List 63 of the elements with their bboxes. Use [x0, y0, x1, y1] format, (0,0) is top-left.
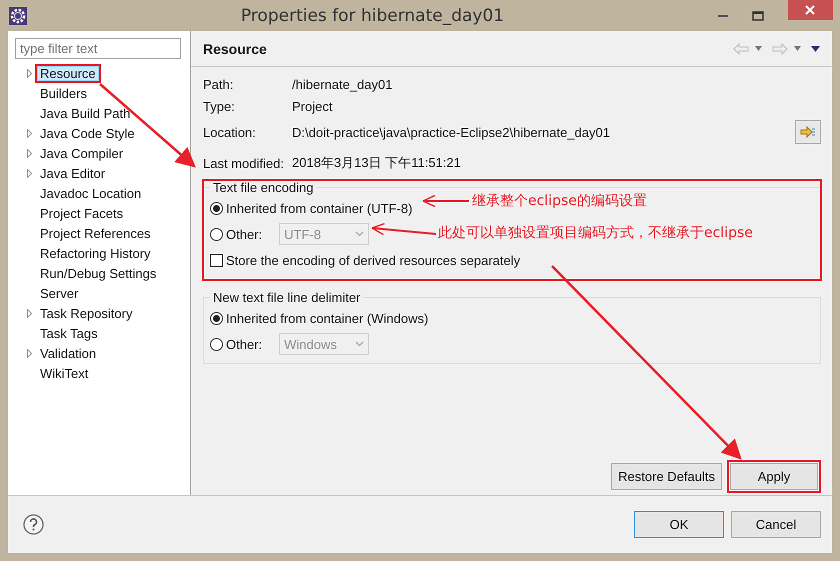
maximize-icon[interactable] — [752, 10, 764, 20]
action-button[interactable]: Apply — [730, 463, 818, 490]
gear-icon — [9, 6, 27, 24]
expand-icon[interactable] — [27, 308, 32, 318]
tree-item[interactable]: Java Code Style — [35, 124, 140, 142]
window-title: Properties for hibernate_day01 — [240, 6, 506, 26]
open-location-button[interactable] — [795, 120, 821, 144]
info-value: Project — [292, 98, 334, 114]
group-title: New text file line delimiter — [212, 290, 362, 305]
option-label: Store the encoding of derived resources separately — [226, 252, 520, 268]
annotation-arrow — [422, 194, 469, 208]
expand-icon[interactable] — [27, 128, 32, 138]
option-label: Inherited from container (UTF-8) — [226, 200, 412, 216]
info-value: 2018年3月13日 下午11:51:21 — [292, 154, 462, 172]
close-icon[interactable] — [788, 0, 833, 20]
tree-item[interactable]: Javadoc Location — [35, 184, 146, 202]
tree-item[interactable]: Run/Debug Settings — [35, 264, 162, 282]
expand-icon[interactable] — [27, 348, 32, 358]
arrow-icon — [800, 126, 816, 138]
annotation-note: 继承整个eclipse的编码设置 — [472, 192, 647, 210]
tree-item[interactable]: Server — [35, 284, 84, 302]
filter-field[interactable]: type filter text — [15, 38, 181, 59]
info-label: Last modified: — [203, 156, 285, 170]
group-title: Text file encoding — [212, 180, 314, 195]
expand-icon[interactable] — [27, 168, 32, 178]
menu-icon[interactable] — [811, 46, 820, 52]
info-value: D:\doit-practice\java\practice-Eclipse2\hibernate_day01 — [292, 124, 611, 140]
dialog-button[interactable]: OK — [634, 511, 724, 538]
caret-icon — [755, 46, 762, 51]
chevron-icon — [355, 231, 364, 237]
tree-item[interactable]: WikiText — [35, 364, 94, 382]
checkbox[interactable] — [210, 254, 223, 266]
minimize-icon[interactable] — [718, 14, 728, 16]
info-label: Type: — [203, 98, 236, 114]
option-label: Inherited from container (Windows) — [226, 310, 428, 326]
chevron-icon — [355, 341, 364, 347]
radio-button[interactable] — [210, 202, 223, 214]
page-title: Resource — [203, 40, 268, 56]
annotation-arrow — [371, 222, 436, 236]
tree-item[interactable]: Project References — [35, 224, 156, 242]
tree-item[interactable]: Java Editor — [35, 164, 110, 182]
caret-icon — [794, 46, 801, 51]
help-icon[interactable] — [23, 514, 44, 535]
expand-icon[interactable] — [27, 148, 32, 158]
option-label: Other: — [226, 226, 262, 242]
tree-item[interactable]: Java Build Path — [35, 104, 136, 122]
info-value: /hibernate_day01 — [292, 76, 394, 92]
expand-icon[interactable] — [27, 68, 32, 78]
tree-item[interactable]: Task Tags — [35, 324, 103, 342]
radio-button[interactable] — [210, 312, 223, 324]
tree-item[interactable]: Resource — [35, 64, 101, 82]
tree-item[interactable]: Task Repository — [35, 304, 138, 322]
tree-item[interactable]: Refactoring History — [35, 244, 156, 262]
tree-item[interactable]: Validation — [35, 344, 102, 362]
action-button[interactable]: Restore Defaults — [611, 463, 722, 490]
info-label: Path: — [203, 76, 234, 92]
dialog-button[interactable]: Cancel — [731, 511, 821, 538]
tree-item[interactable]: Java Compiler — [35, 144, 128, 162]
info-label: Location: — [203, 124, 257, 140]
annotation-note: 此处可以单独设置项目编码方式，不继承于eclipse — [438, 224, 753, 242]
option-label: Other: — [226, 336, 262, 352]
tree-item[interactable]: Project Facets — [35, 204, 128, 222]
tree-item[interactable]: Builders — [35, 84, 92, 102]
